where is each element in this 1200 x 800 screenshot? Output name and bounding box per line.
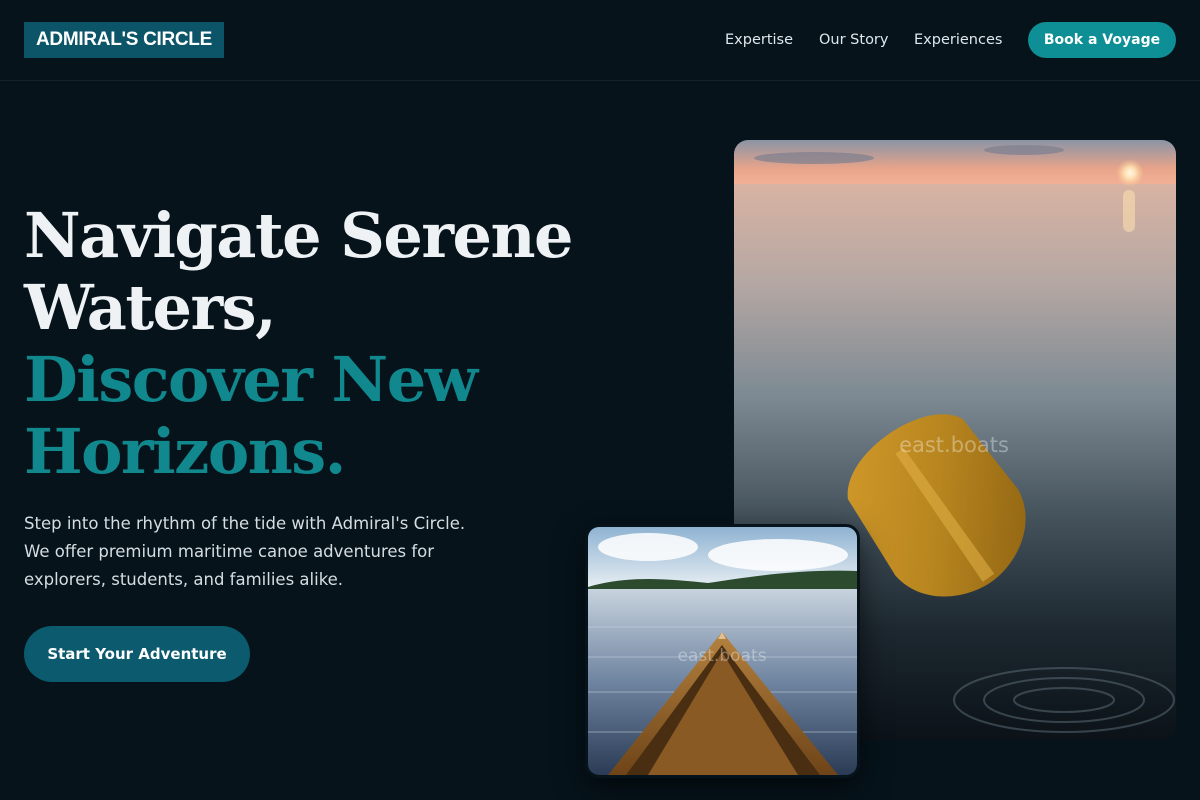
canoe-bow-photo: east.boats — [585, 524, 860, 778]
nav-link-expertise[interactable]: Expertise — [725, 30, 793, 50]
site-header: ADMIRAL'S CIRCLE Expertise Our Story Exp… — [0, 0, 1200, 81]
headline-line-2: Waters, — [24, 271, 277, 344]
headline-line-1: Navigate Serene — [24, 199, 573, 272]
book-voyage-button[interactable]: Book a Voyage — [1028, 22, 1176, 58]
canoe-bow-image: east.boats — [588, 527, 857, 775]
headline-accent-line-2: Horizons. — [24, 415, 346, 488]
small-image-watermark: east.boats — [678, 646, 767, 666]
nav-link-experiences[interactable]: Experiences — [914, 30, 1002, 50]
start-adventure-button[interactable]: Start Your Adventure — [24, 626, 250, 682]
hero-headline: Navigate Serene Waters, Discover New Hor… — [24, 200, 624, 488]
hero-lead-paragraph: Step into the rhythm of the tide with Ad… — [24, 514, 466, 589]
brand-logo[interactable]: ADMIRAL'S CIRCLE — [24, 22, 224, 58]
main-image-watermark: east.boats — [899, 433, 1009, 457]
nav-link-our-story[interactable]: Our Story — [819, 30, 888, 50]
headline-accent-line-1: Discover New — [24, 343, 478, 416]
